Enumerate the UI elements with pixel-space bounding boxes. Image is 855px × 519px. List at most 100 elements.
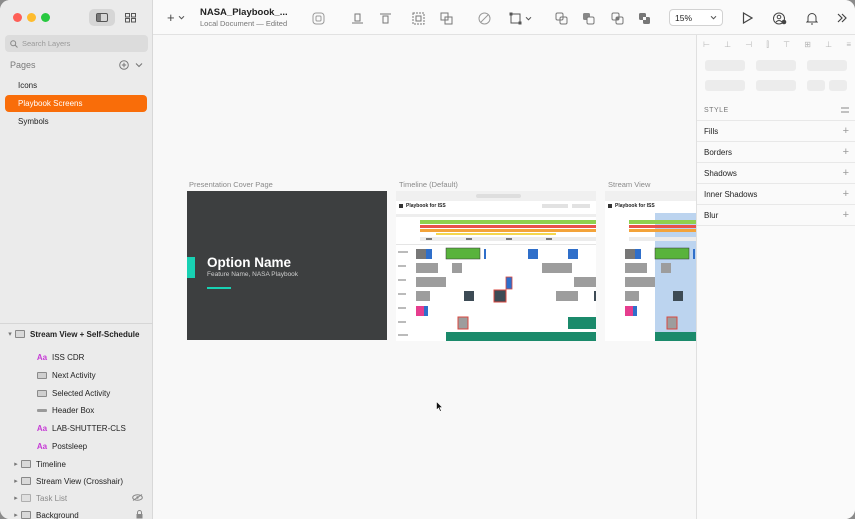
user-add-icon <box>773 12 787 24</box>
layer-row[interactable]: ▾ Stream View + Self-Schedule <box>0 326 153 342</box>
borders-section[interactable]: Borders + <box>697 142 855 163</box>
shadows-section[interactable]: Shadows + <box>697 163 855 184</box>
page-item-playbook-screens[interactable]: Playbook Screens <box>5 95 147 112</box>
layer-row[interactable]: Aa LAB-SHUTTER-CLS <box>0 420 153 436</box>
union-button[interactable] <box>553 10 569 26</box>
hidden-eye-icon[interactable] <box>132 493 143 503</box>
align-top-icon[interactable]: ⊤ <box>783 40 790 50</box>
align-left-icon[interactable]: ⊢ <box>703 40 710 50</box>
chevron-right-icon[interactable]: ▸ <box>12 511 20 519</box>
align-center-icon[interactable]: ⊥ <box>724 40 731 50</box>
flip-vertical-button[interactable] <box>829 80 847 91</box>
align-right-icon[interactable]: ⊣ <box>745 40 752 50</box>
layer-label: Header Box <box>52 405 95 415</box>
flip-horizontal-button[interactable] <box>807 80 825 91</box>
height-field[interactable] <box>756 80 796 91</box>
style-title: STYLE <box>704 106 729 114</box>
width-field[interactable] <box>705 80 745 91</box>
insert-button[interactable]: + <box>167 10 185 25</box>
layer-row[interactable]: ▸ Task List <box>0 490 153 506</box>
section-label: Blur <box>704 210 719 220</box>
style-menu-icon[interactable] <box>841 106 849 114</box>
y-position-field[interactable] <box>756 60 796 71</box>
stream-view-artboard[interactable]: Playbook for ISS <box>605 191 696 341</box>
rotate-button[interactable] <box>438 10 454 26</box>
add-fill-icon[interactable]: + <box>843 125 849 137</box>
layer-row[interactable]: ▸ Stream View (Crosshair) <box>0 473 153 489</box>
intersect-button[interactable] <box>609 10 625 26</box>
subtract-button[interactable] <box>580 10 596 26</box>
chevron-right-icon[interactable]: ▸ <box>12 494 20 502</box>
subtract-icon <box>582 12 594 24</box>
layer-label: Stream View + Self-Schedule <box>30 329 140 339</box>
layer-label: Background <box>36 510 79 519</box>
create-symbol-button[interactable] <box>310 10 326 26</box>
layer-row[interactable]: Aa Postsleep <box>0 438 153 454</box>
x-position-field[interactable] <box>705 60 745 71</box>
add-blur-icon[interactable]: + <box>843 209 849 221</box>
mini-header-title: Playbook for ISS <box>615 203 655 209</box>
layer-row[interactable]: Header Box <box>0 402 153 418</box>
align-bottom-icon <box>351 13 363 23</box>
chevron-down-icon[interactable] <box>135 62 143 68</box>
distribute-button[interactable] <box>349 10 365 26</box>
cover-subtitle: Feature Name, NASA Playbook <box>207 271 299 278</box>
minimize-window-button[interactable] <box>27 13 36 22</box>
crop-button[interactable] <box>507 10 533 26</box>
layer-row[interactable]: ▸ Timeline <box>0 456 153 472</box>
page-item-symbols[interactable]: Symbols <box>5 113 147 130</box>
chevron-right-icon[interactable]: ▸ <box>12 460 20 468</box>
components-view-button[interactable] <box>120 9 140 26</box>
chevron-down-icon[interactable]: ▾ <box>6 330 14 338</box>
toolbar: + NASA_Playbook_... Local Document — Edi… <box>153 0 855 35</box>
vector-button[interactable] <box>476 10 492 26</box>
layer-row[interactable]: ▸ Background <box>0 507 153 519</box>
canvas[interactable]: Presentation Cover Page Timeline (Defaul… <box>153 35 696 519</box>
mouse-cursor-icon <box>436 401 443 412</box>
add-inner-shadow-icon[interactable]: + <box>843 188 849 200</box>
artboard-label[interactable]: Stream View <box>608 180 650 189</box>
timeline-artboard[interactable]: Playbook for ISS <box>396 191 596 341</box>
resize-button[interactable] <box>410 10 426 26</box>
distribute-vertical-icon[interactable]: ≡ <box>846 40 851 50</box>
blur-section[interactable]: Blur + <box>697 205 855 226</box>
layer-label: Postsleep <box>52 441 88 451</box>
zoom-select[interactable]: 15% <box>669 9 723 26</box>
section-label: Borders <box>704 147 733 157</box>
align-middle-icon[interactable]: ⊞ <box>804 40 811 50</box>
layer-row[interactable]: Next Activity <box>0 367 153 383</box>
add-shadow-icon[interactable]: + <box>843 167 849 179</box>
chevron-right-icon[interactable]: ▸ <box>12 477 20 485</box>
share-button[interactable] <box>772 10 788 26</box>
difference-icon <box>638 12 650 24</box>
rotation-field[interactable] <box>807 60 847 71</box>
cover-artboard[interactable]: Option Name Feature Name, NASA Playbook <box>187 191 387 340</box>
layer-row[interactable]: Selected Activity <box>0 385 153 401</box>
sidebar-toggle-button[interactable] <box>89 9 115 26</box>
play-icon <box>742 12 753 24</box>
add-page-icon[interactable] <box>119 60 129 70</box>
distribute-horizontal-icon[interactable]: ⫿ <box>766 40 769 50</box>
inner-shadows-section[interactable]: Inner Shadows + <box>697 184 855 205</box>
zoom-window-button[interactable] <box>41 13 50 22</box>
layer-row[interactable]: Aa ISS CDR <box>0 349 153 365</box>
preview-button[interactable] <box>739 10 755 26</box>
lock-icon[interactable] <box>136 509 143 519</box>
page-item-icons[interactable]: Icons <box>5 77 147 94</box>
add-border-icon[interactable]: + <box>843 146 849 158</box>
chevron-down-icon <box>178 15 184 20</box>
search-layers-input[interactable]: Search Layers <box>5 35 148 52</box>
align-top-button[interactable] <box>377 10 393 26</box>
transform-icon <box>440 12 452 24</box>
artboard-label[interactable]: Presentation Cover Page <box>189 180 273 189</box>
fills-section[interactable]: Fills + <box>697 121 855 142</box>
more-toolbar-button[interactable] <box>834 10 850 26</box>
align-bottom-icon[interactable]: ⊥ <box>825 40 832 50</box>
close-window-button[interactable] <box>13 13 22 22</box>
plus-icon: + <box>167 10 175 25</box>
notifications-button[interactable] <box>804 10 820 26</box>
artboard-label[interactable]: Timeline (Default) <box>399 180 458 189</box>
layer-label: Task List <box>36 493 68 503</box>
difference-button[interactable] <box>636 10 652 26</box>
layers-sidebar: Search Layers Pages Icons Playbook Scree… <box>0 0 153 519</box>
